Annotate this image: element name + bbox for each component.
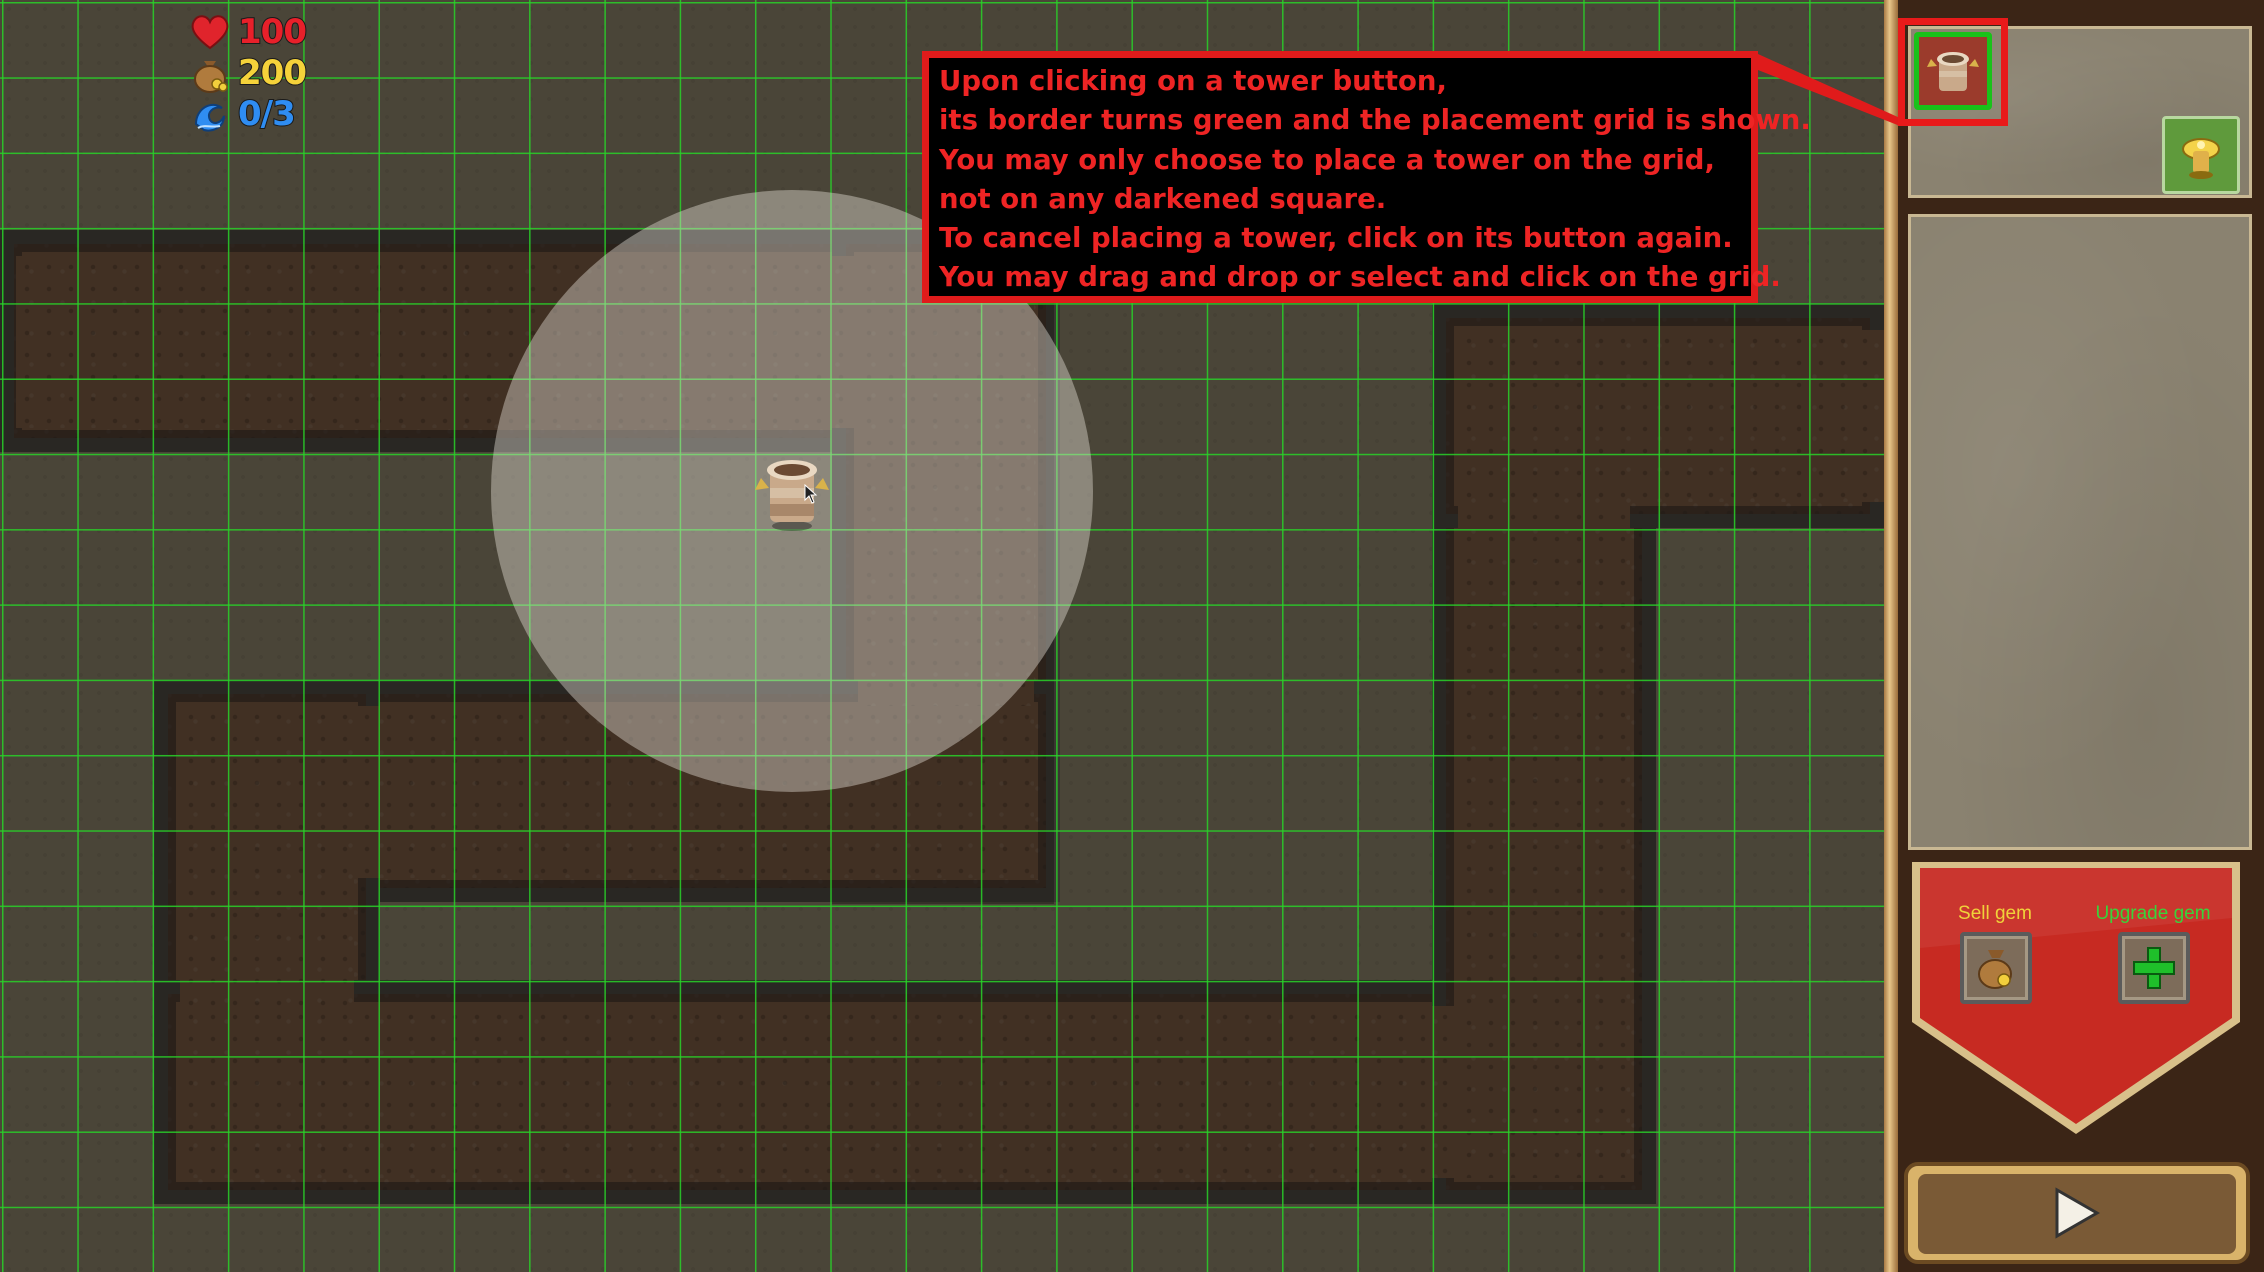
money-bag-icon [194,61,228,93]
tutorial-line: not on any darkened square. [939,182,1387,215]
gold-value: 200 [237,52,308,94]
gold-display: 200 [190,52,308,94]
wave-display: 0/3 [190,93,297,135]
path-fill [180,1006,1630,1178]
mouse-cursor-icon [804,484,818,504]
sell-gem-button[interactable] [1960,932,2032,1004]
tower-info-panel [1908,214,2252,850]
tutorial-line: You may drag and drop or select and clic… [939,261,1781,294]
gold-tower-icon [2182,138,2220,179]
heart-icon [191,15,229,50]
upgrade-gem-button[interactable] [2118,932,2190,1004]
wave-value: 0/3 [237,93,297,135]
money-bag-icon [1978,950,2012,989]
plus-icon [2133,947,2175,989]
lives-value: 100 [237,11,308,53]
tower-button-highlight [1898,18,2008,126]
tutorial-line: To cancel placing a tower, click on its … [939,222,1733,255]
upgrade-gem-label: Upgrade gem [2095,903,2211,924]
tutorial-line: Upon clicking on a tower button, [939,65,1447,97]
path-fill [1458,330,1884,502]
gem-action-banner [1912,862,2240,1134]
tutorial-line: You may only choose to place a tower on … [939,143,1715,176]
wave-icon [194,103,225,132]
sell-gem-label: Sell gem [1958,903,2032,924]
game-stage: 100 200 0/3 Sell gem Upgrade gem Upon cl… [0,0,2264,1272]
start-wave-button[interactable] [1902,1160,2252,1266]
stone-tower-placement-icon[interactable] [753,452,831,532]
tutorial-tooltip: Upon clicking on a tower button, its bor… [922,51,1811,303]
lives-display: 100 [190,11,308,53]
sidebar-frame [1884,0,1898,1272]
tutorial-line: its border turns green and the placement… [939,104,1811,137]
gold-tower-button[interactable] [2162,116,2240,194]
